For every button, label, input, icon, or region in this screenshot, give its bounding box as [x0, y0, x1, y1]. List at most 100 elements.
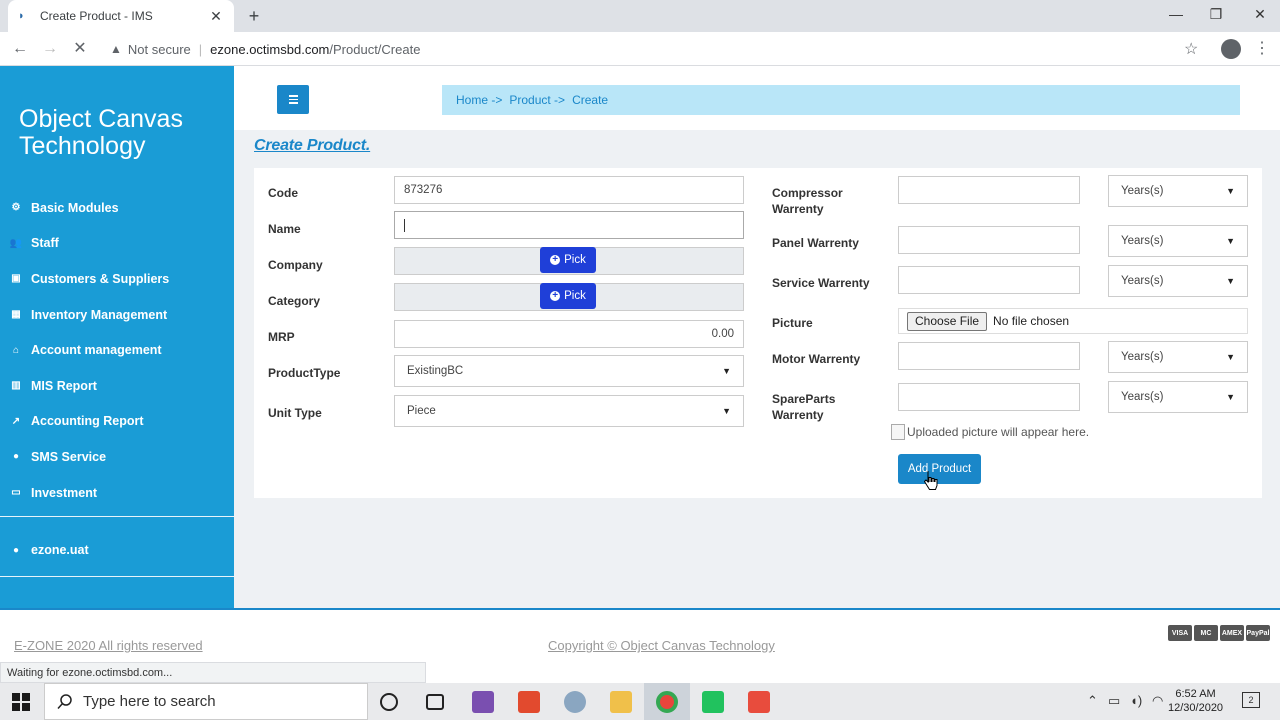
- cortana-icon[interactable]: [380, 693, 398, 711]
- chevron-up-icon[interactable]: ⌃: [1087, 693, 1098, 709]
- years-value: Years(s): [1121, 235, 1164, 247]
- unit-type-select[interactable]: Piece ▼: [394, 395, 744, 427]
- browser-tab[interactable]: ◗ Create Product - IMS ✕: [8, 0, 234, 32]
- panel-warrenty-input[interactable]: [898, 226, 1080, 254]
- product-type-select[interactable]: ExistingBC ▼: [394, 355, 744, 387]
- brand-title: Object Canvas Technology: [19, 105, 183, 160]
- menu-kebab-icon[interactable]: ⋮: [1254, 38, 1270, 58]
- spareparts-warrenty-label: SpareParts Warrenty: [772, 392, 836, 422]
- years-value: Years(s): [1121, 275, 1164, 287]
- picture-file-input[interactable]: Choose File No file chosen: [898, 308, 1248, 334]
- sidebar-item-label: SMS Service: [31, 449, 107, 464]
- back-button[interactable]: ←: [10, 39, 30, 59]
- code-input[interactable]: 873276: [394, 176, 744, 204]
- forward-button[interactable]: →: [40, 39, 60, 59]
- service-warrenty-unit-select[interactable]: Years(s) ▼: [1108, 265, 1248, 297]
- favicon-icon: ◗: [18, 10, 25, 22]
- git-icon[interactable]: [518, 691, 540, 713]
- stop-loading-button[interactable]: ✕: [70, 39, 90, 59]
- choose-file-button[interactable]: Choose File: [907, 311, 988, 331]
- sidebar-item-label: Account management: [31, 343, 162, 358]
- windows-taskbar: Type here to search ⌃ ▭ ◖) ◠ 6:52 AM 12/…: [0, 683, 1280, 720]
- camtasia-recorder-icon[interactable]: [702, 691, 724, 713]
- company-pick-button[interactable]: + Pick: [540, 247, 596, 273]
- omnibox[interactable]: ▲ Not secure | ezone.octimsbd.com/Produc…: [104, 35, 1214, 63]
- profile-avatar-icon[interactable]: [1221, 39, 1241, 59]
- notification-icon[interactable]: 2: [1242, 692, 1260, 708]
- minimize-button[interactable]: —: [1164, 4, 1188, 24]
- wifi-icon[interactable]: ◠: [1152, 693, 1163, 709]
- sidebar-nav: ⚙ Basic Modules 👥 Staff ▣ Customers & Suppl…: [0, 190, 234, 510]
- service-warrenty-label: Service Warrenty: [772, 276, 870, 290]
- category-label: Category: [268, 294, 321, 308]
- sidebar-item-sms[interactable]: ● SMS Service: [0, 439, 234, 475]
- hand-cursor-icon: [924, 471, 938, 490]
- motor-warrenty-input[interactable]: [898, 342, 1080, 370]
- add-product-button[interactable]: Add Product: [898, 454, 981, 484]
- sidebar-item-mis-report[interactable]: ▥ MIS Report: [0, 368, 234, 404]
- years-value: Years(s): [1121, 185, 1164, 197]
- task-view-icon[interactable]: [426, 694, 444, 710]
- url-path: /Product/Create: [329, 41, 421, 57]
- text-caret: [404, 218, 405, 232]
- sidebar-item-staff[interactable]: 👥 Staff: [0, 226, 234, 262]
- clock-time: 6:52 AM: [1175, 688, 1216, 700]
- mrp-input[interactable]: 0.00: [394, 320, 744, 348]
- compressor-warrenty-input[interactable]: [898, 176, 1080, 204]
- taskbar-search[interactable]: Type here to search: [44, 683, 368, 720]
- sidebar-item-account[interactable]: ⌂ Account management: [0, 332, 234, 368]
- close-window-button[interactable]: ✕: [1248, 4, 1272, 24]
- no-file-text: No file chosen: [993, 314, 1070, 328]
- id-card-icon: ▣: [11, 273, 21, 285]
- menu-toggle-button[interactable]: [277, 85, 309, 114]
- breadcrumb: Home -> Product -> Create: [442, 85, 1240, 115]
- plus-circle-icon: +: [550, 255, 561, 265]
- service-warrenty-input[interactable]: [898, 266, 1080, 294]
- sidebar-divider: [0, 576, 234, 577]
- motor-warrenty-unit-select[interactable]: Years(s) ▼: [1108, 341, 1248, 373]
- sidebar-item-label: MIS Report: [31, 378, 97, 393]
- name-input[interactable]: [394, 211, 744, 239]
- spareparts-warrenty-unit-select[interactable]: Years(s) ▼: [1108, 381, 1248, 413]
- breadcrumb-product[interactable]: Product ->: [509, 93, 565, 107]
- sidebar: Object Canvas Technology ⚙ Basic Modules …: [0, 66, 234, 610]
- comment-icon: ●: [12, 451, 20, 463]
- sidebar-item-basic-modules[interactable]: ⚙ Basic Modules: [0, 190, 234, 226]
- battery-icon[interactable]: ▭: [1108, 693, 1120, 709]
- breadcrumb-home[interactable]: Home ->: [456, 93, 502, 107]
- mrp-value: 0.00: [711, 328, 734, 340]
- sidebar-item-label: Accounting Report: [31, 414, 144, 429]
- warning-icon: ▲: [110, 42, 122, 56]
- file-explorer-icon[interactable]: [610, 691, 632, 713]
- sidebar-item-customers-suppliers[interactable]: ▣ Customers & Suppliers: [0, 261, 234, 297]
- visa-icon: VISA: [1168, 625, 1192, 641]
- gear-icon: ⚙: [11, 202, 21, 214]
- chrome-icon[interactable]: [656, 691, 678, 713]
- sidebar-divider: [0, 516, 234, 517]
- motor-warrenty-label: Motor Warrenty: [772, 352, 861, 366]
- panel-warrenty-unit-select[interactable]: Years(s) ▼: [1108, 225, 1248, 257]
- sidebar-item-accounting-report[interactable]: ↗ Accounting Report: [0, 404, 234, 440]
- bookmark-star-icon[interactable]: ☆: [1184, 39, 1198, 59]
- compressor-warrenty-unit-select[interactable]: Years(s) ▼: [1108, 175, 1248, 207]
- sidebar-item-inventory[interactable]: ▦ Inventory Management: [0, 297, 234, 333]
- taskbar-clock[interactable]: 6:52 AM 12/30/2020: [1168, 687, 1223, 715]
- volume-icon[interactable]: ◖): [1130, 693, 1142, 708]
- compressor-warrenty-label: Compressor Warrenty: [772, 186, 843, 216]
- visual-studio-icon[interactable]: [472, 691, 494, 713]
- close-tab-icon[interactable]: ✕: [208, 8, 224, 25]
- sidebar-user[interactable]: ● ezone.uat: [0, 534, 89, 566]
- app-icon[interactable]: [564, 691, 586, 713]
- maximize-button[interactable]: ❐: [1204, 4, 1228, 24]
- new-tab-button[interactable]: +: [244, 6, 264, 26]
- paypal-icon: PayPal: [1246, 625, 1270, 641]
- footer-rights-link[interactable]: E-ZONE 2020 All rights reserved: [14, 638, 203, 653]
- camtasia-icon[interactable]: [748, 691, 770, 713]
- category-pick-button[interactable]: + Pick: [540, 283, 596, 309]
- windows-start-icon[interactable]: [12, 693, 30, 711]
- footer-copyright-link[interactable]: Copyright © Object Canvas Technology: [548, 638, 775, 653]
- uploaded-picture-placeholder: Uploaded picture will appear here.: [891, 424, 1089, 440]
- product-type-value: ExistingBC: [407, 365, 464, 377]
- spareparts-warrenty-input[interactable]: [898, 383, 1080, 411]
- sidebar-item-investment[interactable]: ▭ Investment: [0, 475, 234, 511]
